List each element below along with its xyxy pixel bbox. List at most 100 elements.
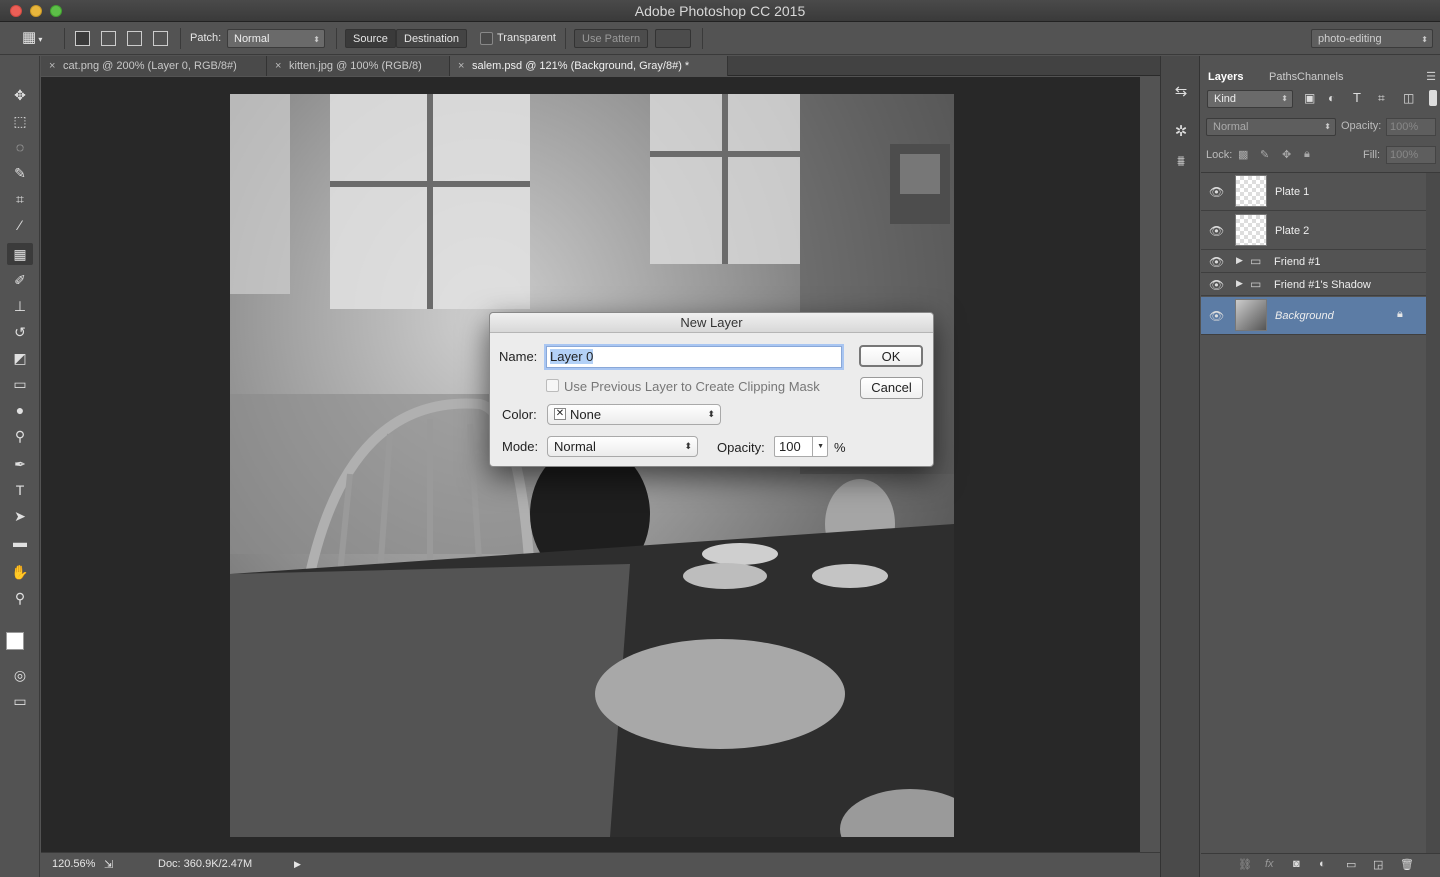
opacity-input[interactable]: 100 ▼	[774, 436, 828, 457]
trash-icon[interactable]: 🗑︎	[1400, 858, 1414, 871]
hand-tool-icon[interactable]: ✋	[7, 561, 33, 583]
opacity-dropdown-icon[interactable]: ▼	[812, 437, 824, 456]
doc-size: Doc: 360.9K/2.47M	[158, 858, 253, 870]
path-selection-tool-icon[interactable]: ➤	[7, 505, 33, 527]
add-mask-icon[interactable]: ◙	[1293, 858, 1300, 870]
close-tab-icon[interactable]: ×	[49, 56, 55, 76]
quick-mask-icon[interactable]: ◎	[7, 664, 33, 686]
panel-menu-icon[interactable]: ☰	[1426, 70, 1436, 83]
close-tab-icon[interactable]: ×	[458, 56, 464, 76]
new-group-icon[interactable]: ▭	[1346, 858, 1356, 871]
fill-field[interactable]: 100%	[1386, 146, 1436, 164]
layer-row-plate-1[interactable]: 👁︎ Plate 1	[1201, 173, 1426, 211]
visibility-eye-icon[interactable]: 👁︎	[1209, 278, 1224, 292]
tab-kitten-jpg[interactable]: × kitten.jpg @ 100% (RGB/8)	[267, 56, 450, 76]
lasso-tool-icon[interactable]: ◌	[7, 136, 33, 158]
color-select[interactable]: ✕ None ⬍	[547, 404, 721, 425]
layer-group-friend-1-shadow[interactable]: 👁︎ ▶ ▭ Friend #1's Shadow	[1201, 274, 1426, 296]
adjustment-layer-icon[interactable]: ◐	[1319, 858, 1326, 870]
tab-layers[interactable]: Layers	[1202, 68, 1250, 86]
lock-move-icon[interactable]: ✥	[1282, 148, 1291, 161]
ok-button[interactable]: OK	[859, 345, 923, 367]
adjustments-icon[interactable]: ✲	[1170, 120, 1192, 142]
layers-scrollbar[interactable]	[1426, 173, 1440, 853]
mode-select[interactable]: Normal ⬍	[547, 436, 698, 457]
lock-transparent-icon[interactable]: ▩	[1238, 148, 1248, 161]
rectangle-tool-icon[interactable]: ▬	[7, 531, 33, 553]
patch-tool-preset-icon[interactable]: ▦ ▾	[22, 29, 42, 48]
filter-adjustment-icon[interactable]: ◐	[1328, 91, 1335, 105]
filter-type-icon[interactable]: T	[1353, 90, 1361, 105]
visibility-eye-icon[interactable]: 👁︎	[1209, 224, 1224, 238]
layer-group-friend-1[interactable]: 👁︎ ▶ ▭ Friend #1	[1201, 251, 1426, 273]
screen-mode-icon[interactable]: ▭	[7, 690, 33, 712]
clipping-mask-checkbox[interactable]	[546, 379, 559, 392]
new-selection-icon[interactable]	[75, 31, 90, 46]
transparent-checkbox[interactable]	[480, 32, 493, 45]
filter-pixel-icon[interactable]: ▣	[1304, 91, 1315, 105]
opacity-field[interactable]: 100%	[1386, 118, 1436, 136]
updown-arrow-icon: ⬍	[1281, 94, 1288, 103]
patch-mode-select[interactable]: Normal ⬍	[227, 29, 325, 48]
visibility-eye-icon[interactable]: 👁︎	[1209, 255, 1224, 269]
brush-tool-icon[interactable]: ✐	[7, 269, 33, 291]
zoom-tool-icon[interactable]: ⚲	[7, 587, 33, 609]
stamp-tool-icon[interactable]: ⊥	[7, 295, 33, 317]
move-tool-icon[interactable]: ✥	[7, 84, 33, 106]
eyedropper-tool-icon[interactable]: ⁄	[7, 214, 33, 236]
marquee-tool-icon[interactable]: ⬚	[7, 110, 33, 132]
fx-icon[interactable]: fx	[1265, 858, 1274, 870]
blur-tool-icon[interactable]: ●	[7, 399, 33, 421]
visibility-eye-icon[interactable]: 👁︎	[1209, 185, 1224, 199]
tab-salem-psd[interactable]: × salem.psd @ 121% (Background, Gray/8#)…	[450, 56, 728, 76]
tab-cat-png[interactable]: × cat.png @ 200% (Layer 0, RGB/8#)	[41, 56, 267, 76]
tools-panel: ✥ ⬚ ◌ ✎ ⌗ ⁄ ▦ ✐ ⊥ ↺ ◩ ▭ ● ⚲ ✒ T ➤ ▬ ✋ ⚲ …	[0, 56, 40, 877]
quick-selection-tool-icon[interactable]: ✎	[7, 162, 33, 184]
brush-presets-icon[interactable]: ⩩	[1170, 150, 1192, 172]
expand-arrow-icon[interactable]: ▶	[1236, 278, 1243, 289]
export-icon[interactable]: ⇲	[104, 858, 113, 871]
eraser-tool-icon[interactable]: ◩	[7, 347, 33, 369]
patch-tool-icon[interactable]: ▦	[7, 243, 33, 265]
gradient-tool-icon[interactable]: ▭	[7, 373, 33, 395]
tab-label: kitten.jpg @ 100% (RGB/8)	[289, 60, 422, 72]
visibility-eye-icon[interactable]: 👁︎	[1209, 309, 1224, 323]
layer-row-background[interactable]: 👁︎ Background 🔒︎	[1201, 297, 1426, 335]
source-button[interactable]: Source	[345, 29, 396, 48]
lock-all-icon[interactable]: 🔒︎	[1304, 148, 1310, 161]
type-tool-icon[interactable]: T	[7, 479, 33, 501]
tab-channels[interactable]: Channels	[1291, 68, 1349, 86]
filter-kind-select[interactable]: Kind ⬍	[1207, 90, 1293, 108]
tab-label: salem.psd @ 121% (Background, Gray/8#) *	[472, 60, 690, 72]
crop-tool-icon[interactable]: ⌗	[7, 188, 33, 210]
expand-arrow-icon[interactable]: ▶	[1236, 255, 1243, 266]
history-brush-tool-icon[interactable]: ↺	[7, 321, 33, 343]
filter-toggle-icon[interactable]	[1429, 90, 1437, 106]
no-color-icon: ✕	[554, 408, 566, 420]
pattern-picker[interactable]	[655, 29, 691, 48]
pen-tool-icon[interactable]: ✒	[7, 453, 33, 475]
foreground-color-swatch[interactable]	[6, 632, 24, 650]
status-menu-arrow-icon[interactable]: ▶	[294, 859, 301, 870]
filter-shape-icon[interactable]: ⌗	[1378, 91, 1385, 106]
workspace-select[interactable]: photo-editing ⬍	[1311, 29, 1433, 48]
filter-smart-object-icon[interactable]: ◫	[1403, 91, 1414, 105]
new-layer-icon[interactable]: ◲	[1373, 858, 1383, 871]
blend-mode-select[interactable]: Normal ⬍	[1206, 118, 1336, 136]
link-layers-icon[interactable]: ⛓︎	[1238, 858, 1252, 871]
filter-kind-value: Kind	[1214, 93, 1237, 105]
history-icon[interactable]: ⇆	[1170, 80, 1192, 102]
patch-mode-value: Normal	[234, 33, 270, 45]
add-to-selection-icon[interactable]	[101, 31, 116, 46]
close-tab-icon[interactable]: ×	[275, 56, 281, 76]
cancel-button[interactable]: Cancel	[860, 377, 923, 399]
layer-row-plate-2[interactable]: 👁︎ Plate 2	[1201, 212, 1426, 250]
use-pattern-button[interactable]: Use Pattern	[574, 29, 649, 48]
intersect-selection-icon[interactable]	[153, 31, 168, 46]
destination-button[interactable]: Destination	[396, 29, 468, 48]
dodge-tool-icon[interactable]: ⚲	[7, 425, 33, 447]
zoom-level[interactable]: 120.56%	[52, 858, 95, 870]
subtract-from-selection-icon[interactable]	[127, 31, 142, 46]
layer-name-input[interactable]: Layer 0	[546, 346, 842, 368]
lock-brush-icon[interactable]: ✎	[1260, 148, 1269, 161]
